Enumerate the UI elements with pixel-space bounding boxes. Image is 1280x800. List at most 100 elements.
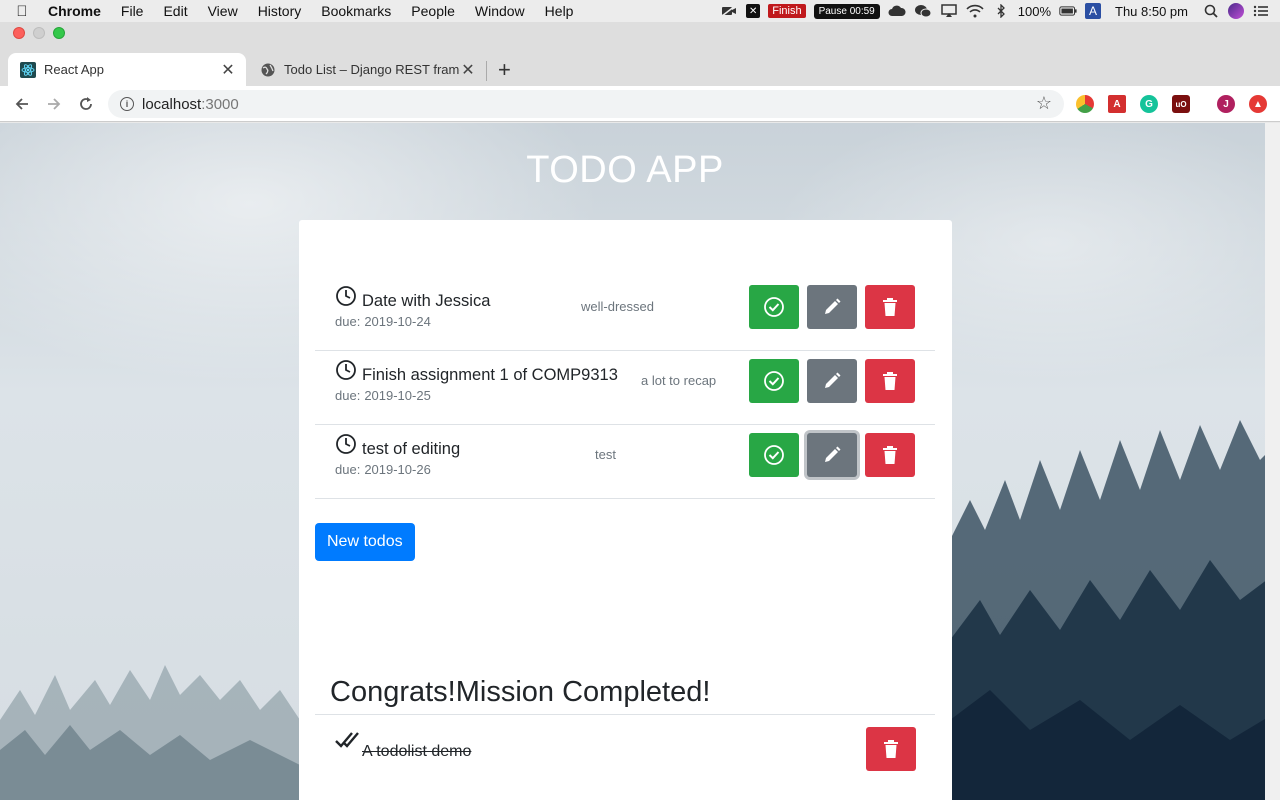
menubar-status-area: ✕ Finish Pause 00:59 100% A Thu 8:50 pm xyxy=(720,0,1280,22)
trash-icon xyxy=(884,740,898,758)
todo-title: Date with Jessica xyxy=(362,292,491,310)
todo-row: Date with Jessica due: 2019-10-24 well-dr… xyxy=(315,277,935,351)
trash-icon xyxy=(883,298,897,316)
delete-todo-button[interactable] xyxy=(865,359,915,403)
new-tab-button[interactable]: + xyxy=(498,57,511,83)
todo-description: a lot to recap xyxy=(641,373,717,388)
clock-icon xyxy=(336,360,356,380)
reload-icon[interactable] xyxy=(74,92,98,116)
menu-app-name[interactable]: Chrome xyxy=(44,3,111,19)
tab-react-app[interactable]: React App ✕ xyxy=(8,53,246,86)
browser-toolbar: i localhost :3000 ☆ A G uO J ▲ xyxy=(0,86,1280,122)
globe-icon xyxy=(260,62,276,78)
input-source-icon[interactable]: A xyxy=(1085,3,1101,19)
color-picker-icon[interactable] xyxy=(1076,95,1094,113)
acrobat-icon[interactable]: A xyxy=(1108,95,1126,113)
tab-title: Todo List – Django REST framework xyxy=(284,62,460,77)
completed-todo-row: A todolist demo xyxy=(315,715,935,785)
notification-center-icon[interactable] xyxy=(1252,4,1270,18)
todo-row: Finish assignment 1 of COMP9313 due: 2019… xyxy=(315,351,935,425)
forest-background-right xyxy=(950,420,1280,800)
url-port: :3000 xyxy=(201,95,239,113)
delete-completed-todo-button[interactable] xyxy=(866,727,916,771)
tab-close-icon[interactable]: ✕ xyxy=(220,60,236,80)
pencil-icon xyxy=(825,446,841,462)
todo-description: test xyxy=(595,447,616,462)
trash-icon xyxy=(883,372,897,390)
close-recording-icon[interactable]: ✕ xyxy=(746,4,761,18)
delete-todo-button[interactable] xyxy=(865,285,915,329)
clock-icon xyxy=(336,434,356,454)
todo-card: Date with Jessica due: 2019-10-24 well-dr… xyxy=(299,220,952,800)
window-close-button[interactable] xyxy=(13,27,25,39)
menu-people[interactable]: People xyxy=(401,3,465,19)
menu-view[interactable]: View xyxy=(198,3,248,19)
profile-avatar[interactable]: J xyxy=(1217,95,1235,113)
menubar-clock[interactable]: Thu 8:50 pm xyxy=(1109,4,1194,19)
menu-window[interactable]: Window xyxy=(465,3,535,19)
bookmark-star-icon[interactable]: ☆ xyxy=(1036,93,1052,114)
pause-recording-button[interactable]: Pause 00:59 xyxy=(813,3,880,19)
cloud-icon[interactable] xyxy=(888,4,906,18)
window-minimize-button[interactable] xyxy=(33,27,45,39)
window-titlebar xyxy=(0,22,1280,44)
spotlight-search-icon[interactable] xyxy=(1202,4,1220,18)
window-zoom-button[interactable] xyxy=(53,27,65,39)
check-circle-icon xyxy=(764,371,784,391)
page-viewport: TODO APP Date with Jessica due: 2019-10-2… xyxy=(0,123,1280,800)
todo-row: test of editing due: 2019-10-26 test xyxy=(315,425,935,499)
finish-recording-button[interactable]: Finish xyxy=(768,4,806,18)
app-title: TODO APP xyxy=(526,149,724,191)
bluetooth-icon[interactable] xyxy=(992,4,1010,18)
edit-todo-button[interactable] xyxy=(807,433,857,477)
camera-off-icon[interactable] xyxy=(720,4,738,18)
back-arrow-icon[interactable] xyxy=(10,92,34,116)
menu-edit[interactable]: Edit xyxy=(153,3,197,19)
pencil-icon xyxy=(825,298,841,314)
todo-description: well-dressed xyxy=(581,299,654,314)
battery-icon[interactable] xyxy=(1059,4,1077,18)
wechat-icon[interactable] xyxy=(914,4,932,18)
react-icon xyxy=(20,61,36,78)
edit-todo-button[interactable] xyxy=(807,285,857,329)
complete-todo-button[interactable] xyxy=(749,285,799,329)
tab-separator xyxy=(486,61,487,81)
completed-todo-title: A todolist demo xyxy=(362,743,472,760)
check-circle-icon xyxy=(764,297,784,317)
menu-help[interactable]: Help xyxy=(535,3,584,19)
tab-strip: React App ✕ Todo List – Django REST fram… xyxy=(0,44,1280,86)
menu-history[interactable]: History xyxy=(248,3,312,19)
delete-todo-button[interactable] xyxy=(865,433,915,477)
tab-close-icon[interactable]: ✕ xyxy=(460,60,476,80)
new-todos-button[interactable]: New todos xyxy=(315,523,415,561)
check-circle-icon xyxy=(764,445,784,465)
macos-menubar:  Chrome File Edit View History Bookmark… xyxy=(0,0,1280,22)
site-info-icon[interactable]: i xyxy=(120,97,134,111)
complete-todo-button[interactable] xyxy=(749,359,799,403)
page-scrollbar[interactable] xyxy=(1265,123,1280,800)
edit-todo-button[interactable] xyxy=(807,359,857,403)
menu-bookmarks[interactable]: Bookmarks xyxy=(311,3,401,19)
forest-background-left xyxy=(0,665,300,800)
battery-percentage: 100% xyxy=(1017,3,1051,19)
apple-icon[interactable]:  xyxy=(0,3,44,20)
ublock-icon[interactable]: uO xyxy=(1172,95,1190,113)
double-check-icon xyxy=(335,732,359,748)
siri-icon[interactable] xyxy=(1228,3,1244,19)
wifi-icon[interactable] xyxy=(966,4,984,18)
todo-due-date: due: 2019-10-26 xyxy=(335,462,431,477)
menu-file[interactable]: File xyxy=(111,3,154,19)
tab-django-todo-list[interactable]: Todo List – Django REST framework ✕ xyxy=(250,53,486,86)
address-bar[interactable]: i localhost :3000 ☆ xyxy=(108,90,1064,118)
tab-title: React App xyxy=(44,62,104,77)
airplay-icon[interactable] xyxy=(940,4,958,18)
forward-arrow-icon[interactable] xyxy=(42,92,66,116)
todo-title: test of editing xyxy=(362,440,461,458)
complete-todo-button[interactable] xyxy=(749,433,799,477)
todo-title: Finish assignment 1 of COMP9313 xyxy=(362,366,618,384)
url-host: localhost xyxy=(142,95,202,113)
extension-up-icon[interactable]: ▲ xyxy=(1249,95,1267,113)
pencil-icon xyxy=(825,372,841,388)
grammarly-icon[interactable]: G xyxy=(1140,95,1158,113)
todo-due-date: due: 2019-10-24 xyxy=(335,314,431,329)
